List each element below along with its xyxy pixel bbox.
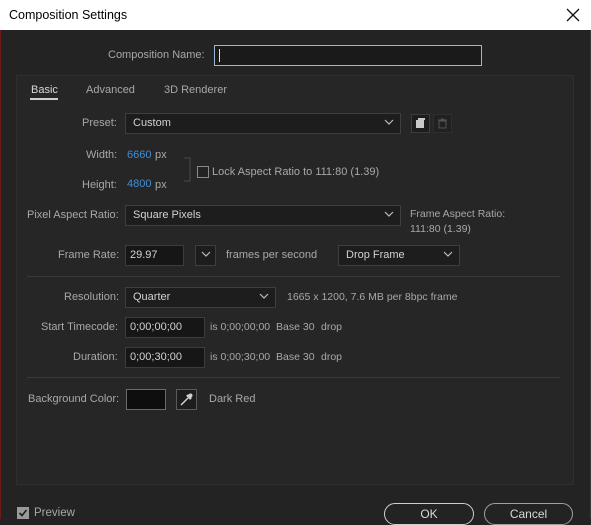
resolution-dropdown[interactable]: Quarter — [125, 287, 276, 308]
frame-rate-input[interactable]: 29.97 — [125, 245, 184, 266]
checkmark-icon — [18, 509, 28, 517]
width-unit: px — [155, 149, 167, 161]
duration-is: is 0;00;30;00 — [210, 351, 271, 363]
divider — [27, 377, 560, 378]
window-border-left — [0, 30, 1, 519]
tab-basic[interactable]: Basic — [31, 84, 58, 96]
delete-preset-button[interactable] — [433, 114, 452, 133]
width-value[interactable]: 6660 — [127, 149, 151, 161]
comp-name-label: Composition Name: — [108, 49, 205, 61]
pixel-aspect-value: Square Pixels — [133, 209, 201, 221]
lock-aspect-checkbox[interactable] — [197, 166, 209, 178]
chevron-down-icon — [384, 119, 394, 125]
start-timecode-input[interactable]: 0;00;00;00 — [125, 317, 205, 338]
resolution-label: Resolution: — [64, 291, 120, 303]
background-color-name: Dark Red — [209, 393, 256, 405]
cancel-button[interactable]: Cancel — [484, 503, 573, 525]
drop-frame-value: Drop Frame — [346, 249, 405, 261]
divider — [27, 276, 560, 277]
duration-drop: drop — [321, 351, 343, 363]
start-timecode-drop: drop — [321, 321, 343, 333]
eyedropper-button[interactable] — [176, 389, 197, 410]
link-bracket-icon — [184, 157, 191, 182]
chevron-down-icon — [384, 211, 394, 217]
active-tab-underline — [30, 98, 58, 100]
resolution-info: 1665 x 1200, 7.6 MB per 8bpc frame — [287, 291, 458, 303]
settings-panel — [16, 75, 574, 485]
trash-icon — [438, 118, 447, 129]
preset-value: Custom — [133, 117, 171, 129]
start-timecode-base: Base 30 — [276, 321, 315, 333]
save-preset-icon — [416, 118, 425, 128]
start-timecode-label: Start Timecode: — [41, 321, 119, 333]
frame-rate-unit: frames per second — [226, 249, 318, 261]
text-cursor — [219, 48, 220, 62]
preset-label: Preset: — [82, 117, 117, 129]
width-label: Width: — [86, 149, 118, 161]
frame-aspect-label: Frame Aspect Ratio: — [410, 208, 506, 220]
height-unit: px — [155, 179, 167, 191]
height-label: Height: — [82, 179, 117, 191]
duration-base: Base 30 — [276, 351, 315, 363]
frame-aspect-value: 111:80 (1.39) — [410, 223, 471, 235]
duration-input[interactable]: 0;00;30;00 — [125, 347, 205, 368]
lock-aspect-label: Lock Aspect Ratio to 111:80 (1.39) — [212, 166, 380, 178]
save-preset-button[interactable] — [411, 114, 430, 133]
preview-label: Preview — [34, 507, 75, 519]
duration-label: Duration: — [73, 351, 118, 363]
start-timecode-is: is 0;00;00;00 — [210, 321, 271, 333]
preview-checkbox[interactable] — [17, 507, 29, 519]
resolution-value: Quarter — [133, 291, 171, 303]
comp-name-input[interactable] — [214, 45, 482, 66]
frame-rate-label: Frame Rate: — [58, 249, 120, 261]
chevron-down-icon — [201, 251, 211, 257]
window-title: Composition Settings — [9, 8, 128, 22]
pixel-aspect-label: Pixel Aspect Ratio: — [27, 209, 119, 221]
title-bar: Composition Settings — [0, 0, 591, 30]
frame-rate-dropdown[interactable] — [195, 245, 216, 266]
close-icon[interactable] — [562, 4, 584, 26]
chevron-down-icon — [259, 293, 269, 299]
chevron-down-icon — [443, 251, 453, 257]
preset-dropdown[interactable]: Custom — [125, 113, 401, 134]
ok-button[interactable]: OK — [384, 503, 474, 525]
tab-3d-renderer[interactable]: 3D Renderer — [164, 84, 227, 96]
tab-advanced[interactable]: Advanced — [86, 84, 135, 96]
background-color-swatch[interactable] — [126, 389, 166, 410]
background-color-label: Background Color: — [28, 393, 120, 405]
pixel-aspect-dropdown[interactable]: Square Pixels — [125, 205, 401, 226]
height-value[interactable]: 4800 — [127, 178, 151, 190]
drop-frame-dropdown[interactable]: Drop Frame — [338, 245, 460, 266]
eyedropper-icon — [180, 393, 193, 406]
